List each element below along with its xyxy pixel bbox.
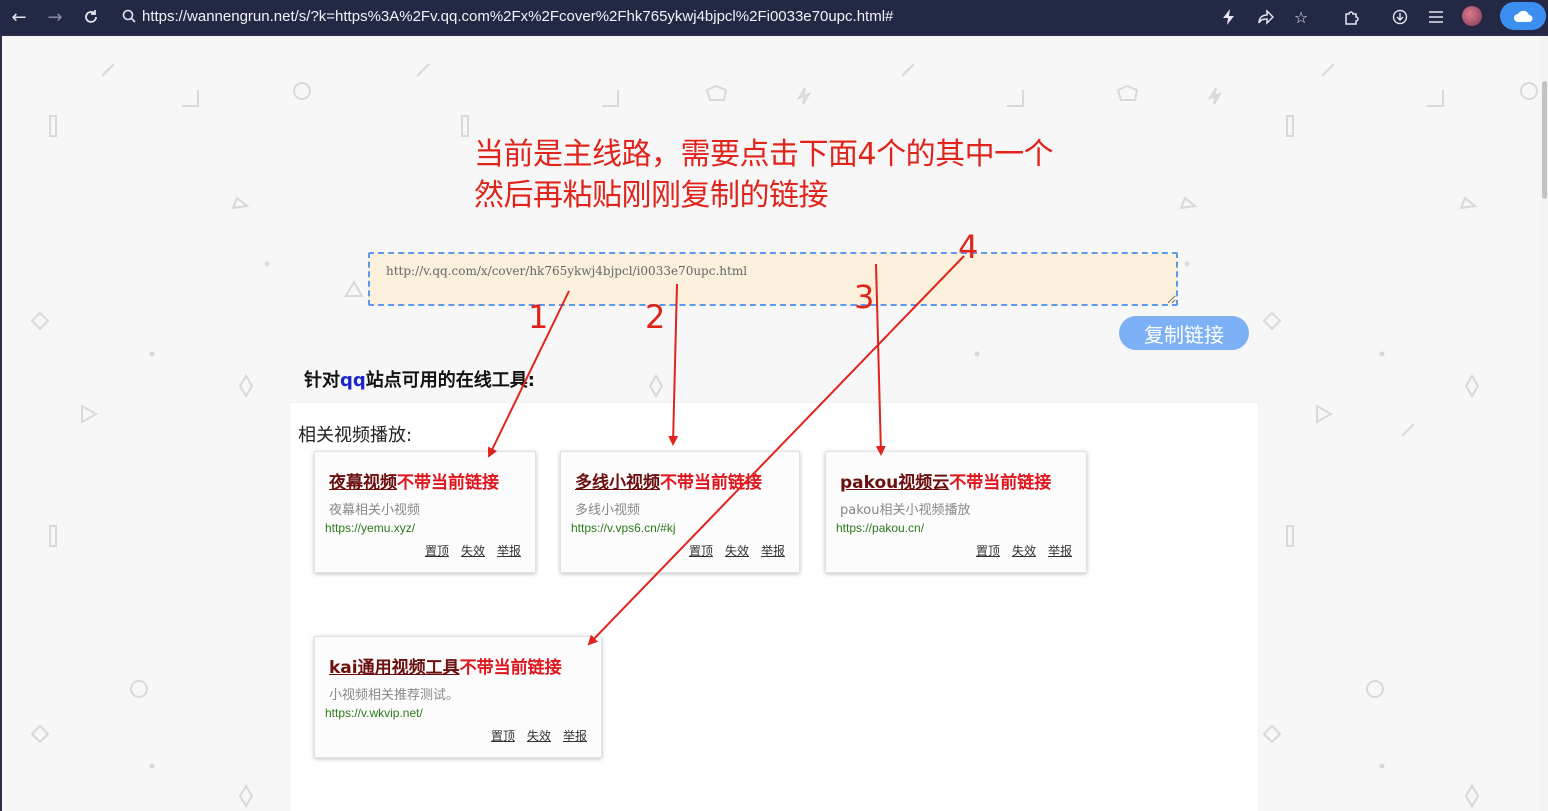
tool-card: 多线小视频不带当前链接 多线小视频 https://v.vps6.cn/#kj … [560, 451, 800, 573]
card-name-link[interactable]: pakou视频云 [840, 473, 949, 493]
address-bar-url: https://wannengrun.net/s/?k=https%3A%2Fv… [142, 7, 894, 25]
card-actions: 置顶 失效 举报 [689, 542, 785, 559]
card-name-link[interactable]: 多线小视频 [575, 473, 660, 493]
link-textarea[interactable]: http://v.qq.com/x/cover/hk765ykwj4bjpcl/… [368, 252, 1178, 306]
card-tag: 不带当前链接 [660, 473, 762, 493]
share-icon[interactable] [1253, 4, 1279, 30]
cloud-icon [1514, 10, 1533, 22]
reload-icon[interactable] [78, 4, 104, 30]
card-actions: 置顶 失效 举报 [425, 542, 521, 559]
card-actions: 置顶 失效 举报 [491, 727, 587, 744]
invalid-link[interactable]: 失效 [527, 727, 551, 744]
headline-line-2: 然后再粘贴刚刚复制的链接 [474, 178, 829, 213]
forward-arrow-icon[interactable]: → [42, 4, 68, 30]
section-title-suffix: 站点可用的在线工具: [365, 370, 535, 391]
card-tag: 不带当前链接 [459, 658, 562, 678]
page-viewport: 当前是主线路，需要点击下面4个的其中一个 然后再粘贴刚刚复制的链接 http:/… [2, 36, 1548, 811]
tools-panel: 相关视频播放: 夜幕视频不带当前链接 夜幕相关小视频 https://yemu.… [290, 403, 1258, 811]
pin-link[interactable]: 置顶 [976, 542, 1000, 559]
search-icon [116, 9, 142, 23]
tool-card: kai通用视频工具不带当前链接 小视频相关推荐测试。 https://v.wkv… [314, 636, 602, 758]
report-link[interactable]: 举报 [497, 542, 521, 559]
card-url: https://pakou.cn/ [836, 521, 925, 535]
star-icon[interactable]: ☆ [1288, 4, 1314, 30]
cloud-sync-button[interactable] [1500, 2, 1546, 30]
card-tag: 不带当前链接 [949, 473, 1052, 493]
panel-title: 相关视频播放: [298, 425, 413, 446]
card-url: https://v.vps6.cn/#kj [571, 521, 676, 535]
lightning-icon[interactable] [1216, 4, 1242, 30]
profile-avatar[interactable] [1462, 6, 1482, 26]
card-tag: 不带当前链接 [397, 473, 499, 493]
copy-link-button[interactable]: 复制链接 [1119, 316, 1249, 350]
report-link[interactable]: 举报 [761, 542, 785, 559]
invalid-link[interactable]: 失效 [725, 542, 749, 559]
card-name-link[interactable]: kai通用视频工具 [329, 658, 460, 678]
card-name-link[interactable]: 夜幕视频 [329, 473, 397, 493]
extensions-puzzle-icon[interactable] [1338, 4, 1364, 30]
address-bar[interactable]: https://wannengrun.net/s/?k=https%3A%2Fv… [116, 2, 1196, 30]
section-title-prefix: 针对 [304, 370, 340, 391]
report-link[interactable]: 举报 [563, 727, 587, 744]
scrollbar-thumb[interactable] [1542, 81, 1547, 199]
headline-line-1: 当前是主线路，需要点击下面4个的其中一个 [474, 137, 1054, 172]
card-description: 小视频相关推荐测试。 [329, 688, 460, 703]
card-url: https://yemu.xyz/ [325, 521, 416, 535]
menu-list-icon[interactable] [1423, 4, 1449, 30]
page-scrollbar[interactable] [1540, 36, 1548, 811]
card-description: 多线小视频 [575, 503, 641, 518]
pin-link[interactable]: 置顶 [491, 727, 515, 744]
report-link[interactable]: 举报 [1048, 542, 1072, 559]
card-title: kai通用视频工具不带当前链接 [329, 653, 562, 678]
section-title-site: qq [340, 370, 366, 391]
card-title: 夜幕视频不带当前链接 [329, 468, 499, 493]
tool-card: 夜幕视频不带当前链接 夜幕相关小视频 https://yemu.xyz/ 置顶 … [314, 451, 536, 573]
pin-link[interactable]: 置顶 [689, 542, 713, 559]
section-title: 针对qq站点可用的在线工具: [304, 366, 535, 392]
card-url: https://v.wkvip.net/ [325, 706, 423, 720]
card-title: pakou视频云不带当前链接 [840, 468, 1051, 493]
download-icon[interactable] [1387, 4, 1413, 30]
pin-link[interactable]: 置顶 [425, 542, 449, 559]
tool-card: pakou视频云不带当前链接 pakou相关小视频播放 https://pako… [825, 451, 1087, 573]
invalid-link[interactable]: 失效 [461, 542, 485, 559]
instruction-headline: 当前是主线路，需要点击下面4个的其中一个 然后再粘贴刚刚复制的链接 [474, 134, 1054, 216]
browser-toolbar: ← → https://wannengrun.net/s/?k=https%3A… [0, 0, 1548, 34]
back-arrow-icon[interactable]: ← [6, 4, 32, 30]
card-description: 夜幕相关小视频 [329, 503, 421, 518]
card-title: 多线小视频不带当前链接 [575, 468, 762, 493]
card-description: pakou相关小视频播放 [840, 503, 971, 518]
card-actions: 置顶 失效 举报 [976, 542, 1072, 559]
invalid-link[interactable]: 失效 [1012, 542, 1036, 559]
